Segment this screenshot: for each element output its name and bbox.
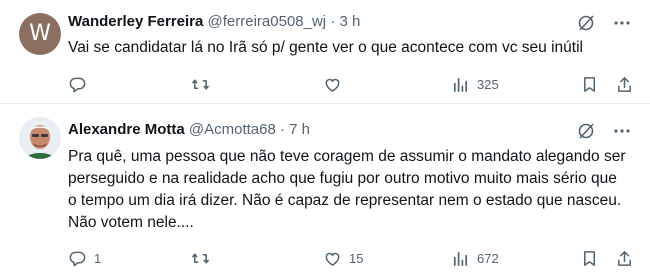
tweet-text: Pra quê, uma pessoa que não teve coragem…: [68, 148, 626, 231]
tweet[interactable]: Alexandre Motta @Acmotta68 · 7 h Pra quê…: [0, 105, 650, 274]
tweet[interactable]: W Wanderley Ferreira @ferreira0508_wj · …: [0, 0, 650, 103]
like-button[interactable]: 15: [323, 247, 363, 269]
author-handle[interactable]: @ferreira0508_wj: [208, 13, 327, 30]
separator: ·: [279, 121, 285, 138]
tweet-header: Wanderley Ferreira @ferreira0508_wj · 3 …: [68, 12, 360, 32]
views-button[interactable]: 325: [451, 73, 499, 95]
reply-button[interactable]: [68, 73, 94, 95]
reply-icon: [69, 77, 86, 92]
views-count: 325: [477, 76, 499, 92]
share-icon: [618, 76, 631, 92]
tweet-text: Vai se candidatar lá no Irã só p/ gente …: [68, 39, 583, 56]
views-count: 672: [477, 250, 499, 266]
tweet-actions: 1 15 672: [68, 247, 634, 269]
retweet-icon: [192, 252, 209, 264]
share-button[interactable]: [615, 73, 634, 95]
timestamp[interactable]: 7 h: [289, 121, 310, 138]
tweet-header-actions: [576, 13, 632, 33]
tweet-header-actions: [576, 121, 632, 141]
bookmark-icon: [583, 76, 596, 92]
retweet-button[interactable]: [191, 247, 217, 269]
avatar[interactable]: W: [19, 13, 61, 55]
bookmark-icon: [583, 250, 596, 266]
retweet-button[interactable]: [191, 73, 217, 95]
tweet-actions: 325: [68, 73, 634, 95]
reply-icon: [69, 251, 86, 266]
avatar[interactable]: [19, 117, 61, 159]
heart-icon: [325, 252, 340, 266]
views-icon: [453, 77, 468, 92]
separator: ·: [330, 13, 336, 30]
more-icon[interactable]: [612, 121, 632, 141]
reply-count: 1: [94, 250, 102, 266]
bookmark-button[interactable]: [580, 247, 599, 269]
like-button[interactable]: [323, 73, 349, 95]
grok-icon[interactable]: [576, 121, 596, 141]
share-button[interactable]: [615, 247, 634, 269]
grok-icon[interactable]: [576, 13, 596, 33]
bookmark-button[interactable]: [580, 73, 599, 95]
author-name[interactable]: Alexandre Motta: [68, 121, 185, 138]
author-name[interactable]: Wanderley Ferreira: [68, 13, 203, 30]
timestamp[interactable]: 3 h: [339, 13, 360, 30]
retweet-icon: [192, 78, 209, 90]
reply-button[interactable]: 1: [68, 247, 101, 269]
author-handle[interactable]: @Acmotta68: [189, 121, 276, 138]
tweet-divider: [0, 103, 650, 104]
more-icon[interactable]: [612, 13, 632, 33]
heart-icon: [325, 78, 340, 92]
views-button[interactable]: 672: [451, 247, 499, 269]
views-icon: [453, 251, 468, 266]
tweet-header: Alexandre Motta @Acmotta68 · 7 h: [68, 120, 310, 140]
share-icon: [618, 250, 631, 266]
like-count: 15: [349, 250, 364, 266]
